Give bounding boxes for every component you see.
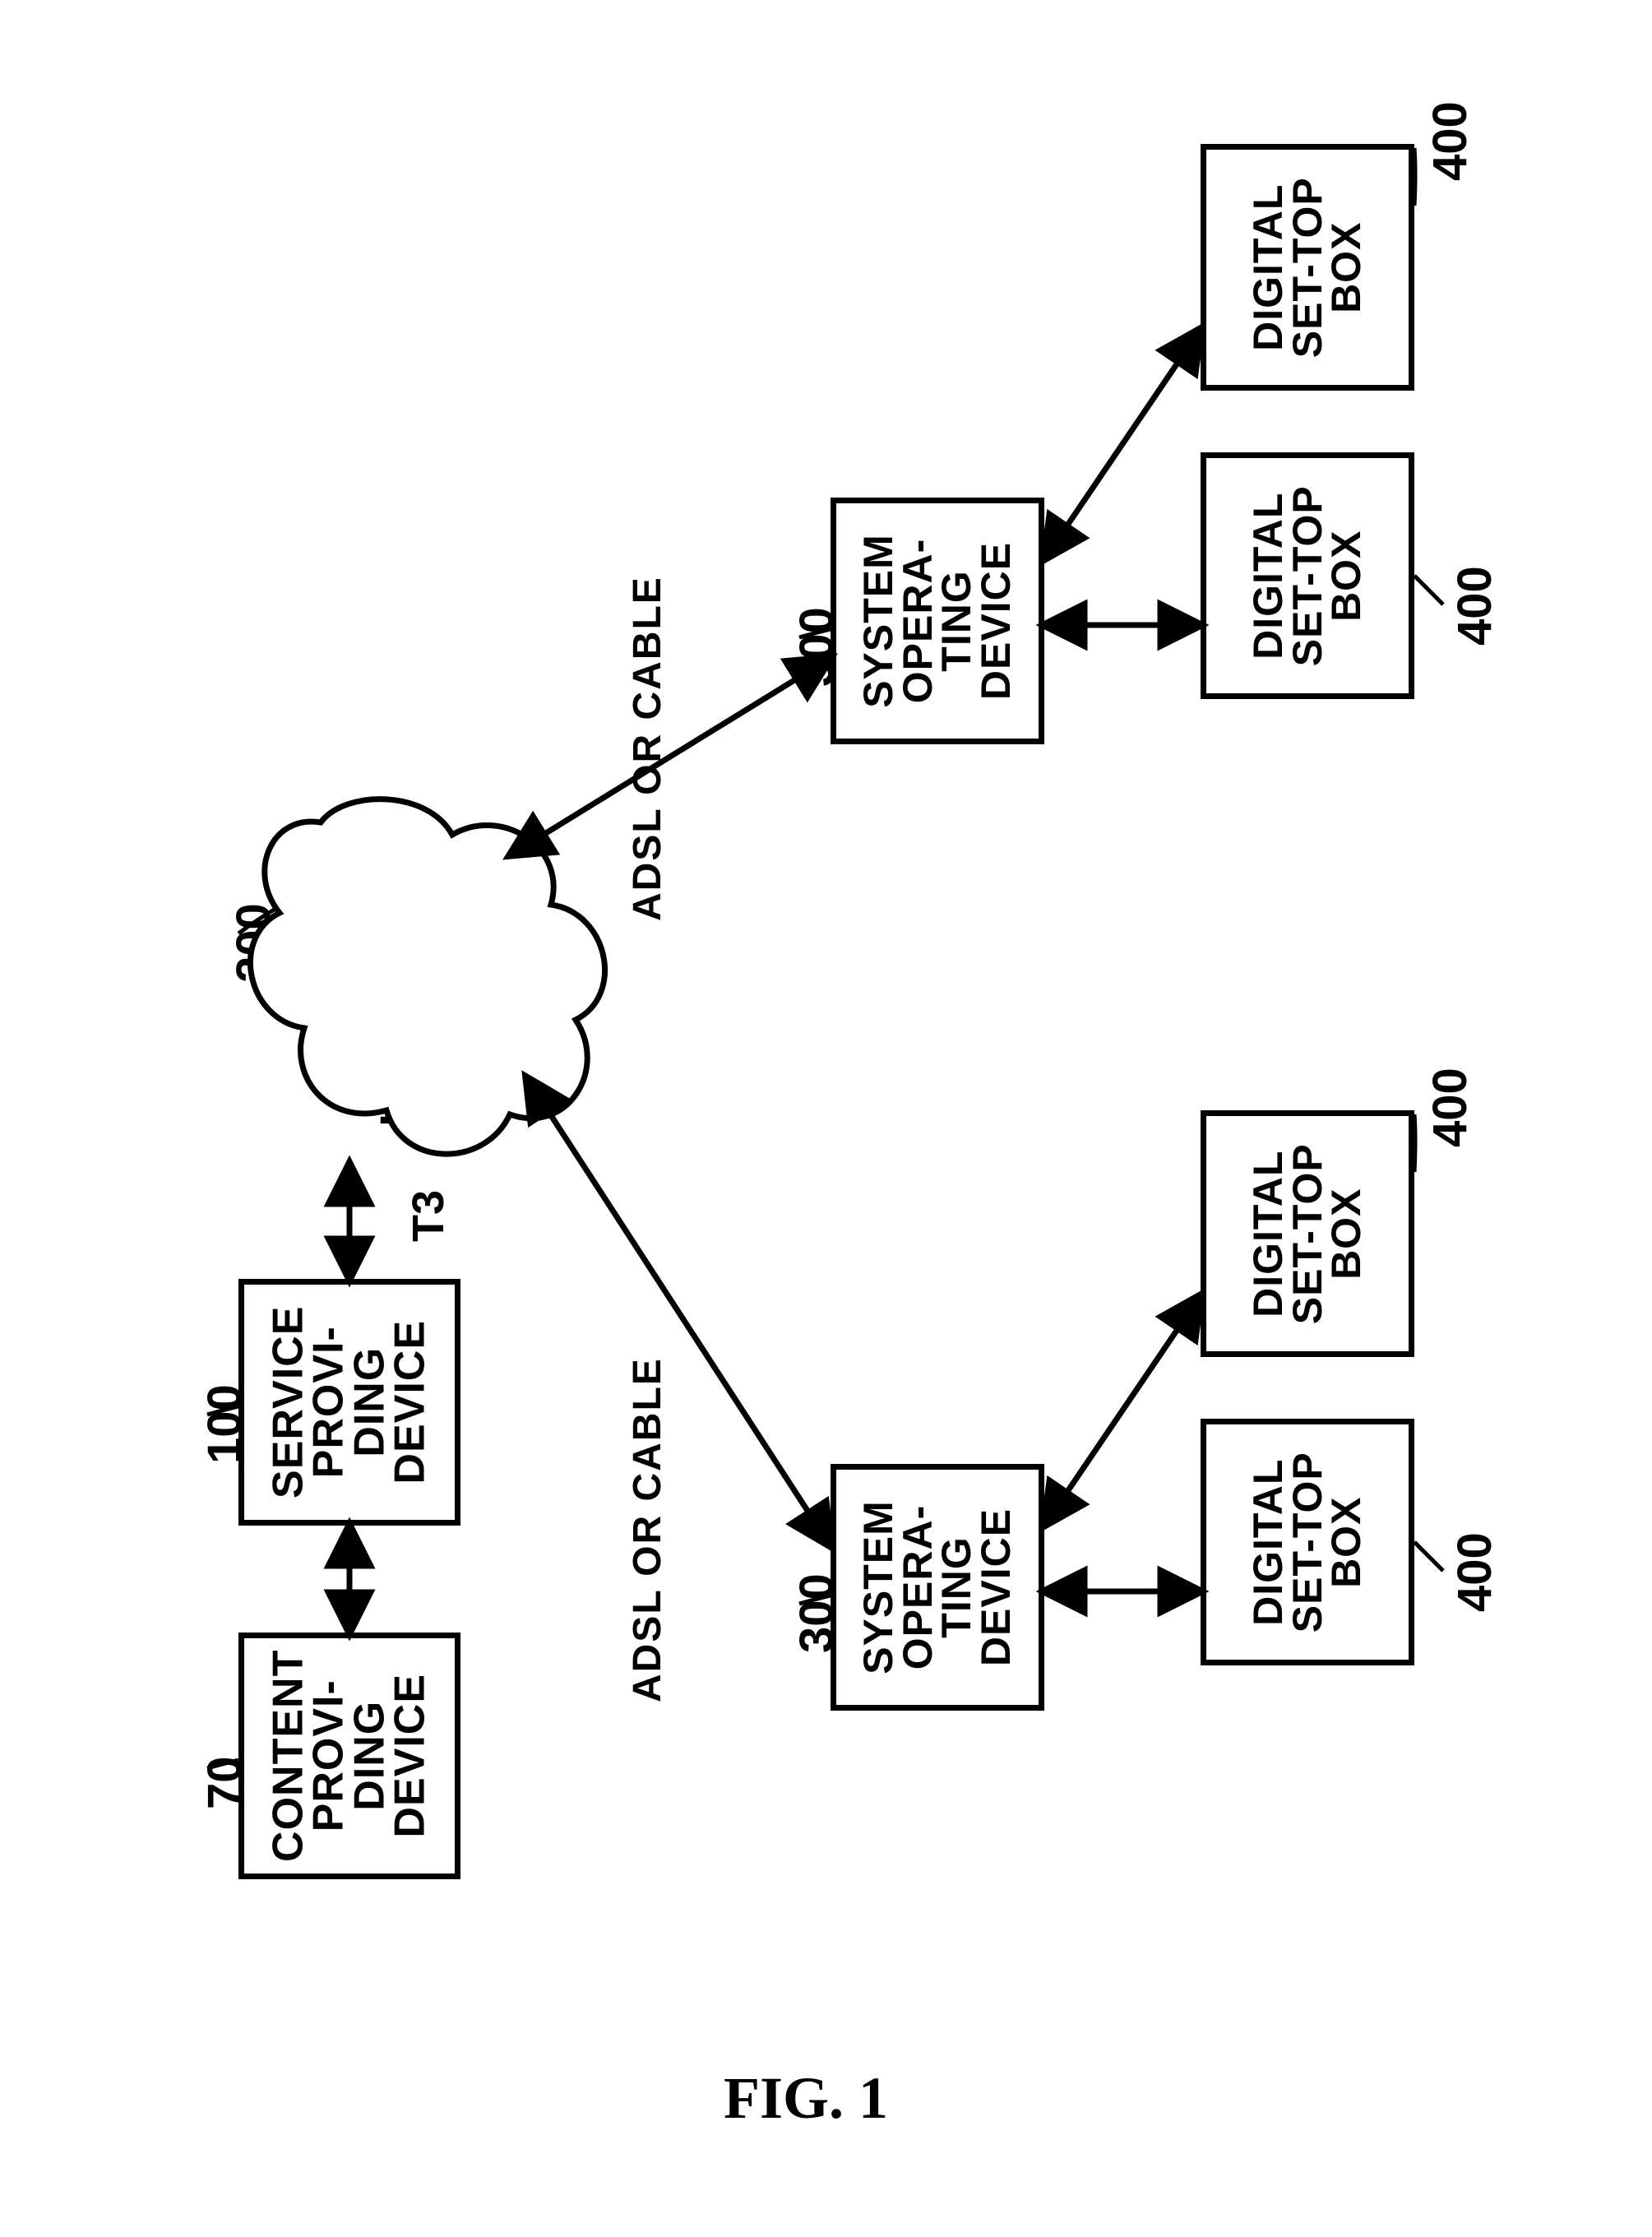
leader-100 <box>207 1406 238 1415</box>
edge-soda-stba1 <box>1044 329 1201 559</box>
leader-300-a <box>799 629 831 637</box>
cloud-internet <box>250 799 604 1154</box>
leader-400-b2 <box>1414 1542 1443 1571</box>
edge-sodb-stbb1 <box>1044 1295 1201 1526</box>
leader-400-b1 <box>1414 1114 1415 1172</box>
leader-70 <box>207 1760 238 1768</box>
edge-internet-soda <box>510 658 831 855</box>
leader-300-b <box>799 1596 831 1604</box>
diagram-overlay <box>0 0 1652 2237</box>
leader-400-a2 <box>1414 576 1443 604</box>
edge-internet-sodb <box>526 1077 831 1546</box>
leader-400-a1 <box>1414 148 1415 206</box>
